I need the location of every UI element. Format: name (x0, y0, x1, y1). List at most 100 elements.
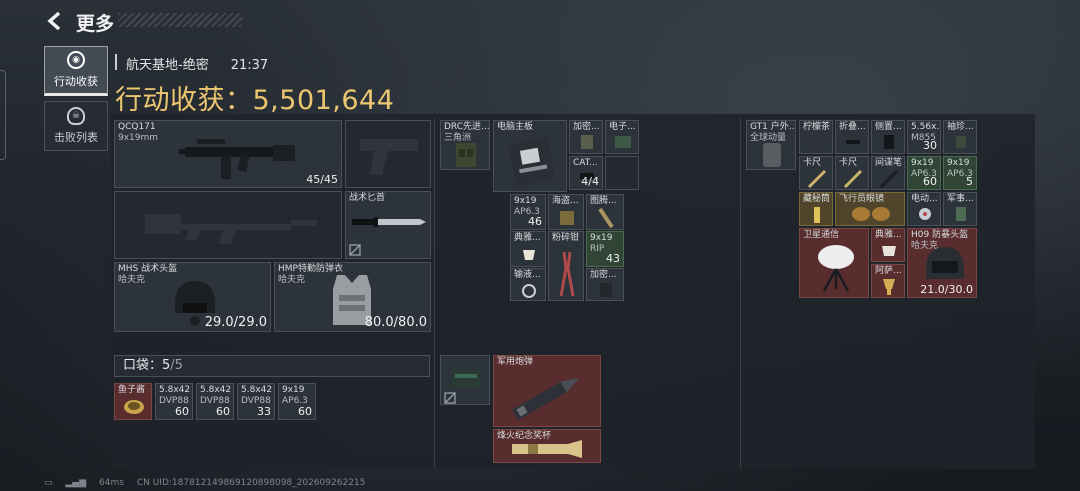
safe-box-slot[interactable] (440, 355, 490, 405)
map-name: 航天基地-绝密 (126, 58, 209, 73)
circuit-board-icon (615, 136, 631, 148)
iv-drip-icon (522, 284, 536, 298)
backpack-icon (763, 143, 781, 167)
left-edge-handle[interactable] (0, 70, 6, 160)
bag-item[interactable]: 典雅... (510, 231, 546, 267)
sidearm-slot[interactable] (345, 120, 431, 188)
chest-rig-slot[interactable]: DRC先进... 三角洲 (440, 120, 490, 170)
bag-item[interactable]: 图腾... (586, 194, 624, 230)
raid-time: 21:37 (230, 58, 269, 73)
knife-icon (352, 217, 426, 227)
page-title: 更多 (76, 13, 115, 35)
caliper-icon (807, 169, 827, 189)
folding-knife-icon (846, 140, 860, 144)
caviar-tin-icon (124, 400, 144, 414)
aviator-glasses-icon (852, 207, 890, 221)
bag-item[interactable]: 军用炮弹 (493, 355, 601, 427)
secondary-weapon-slot[interactable] (114, 191, 342, 259)
pocket-item[interactable]: 5.8x42 DVP88 60 (155, 383, 193, 420)
bag-item[interactable]: 电子... (605, 120, 639, 154)
military-document-icon (956, 207, 966, 221)
empty-slot[interactable] (605, 156, 639, 190)
raid-value: 行动收获：5,501,644 (115, 78, 394, 117)
scope-mount-icon (884, 135, 894, 149)
spy-pen-icon (879, 169, 899, 189)
case-item[interactable]: 飞行员眼镜 (835, 192, 905, 226)
tab-kill-list[interactable]: ☠ 击败列表 (44, 101, 108, 151)
case-item[interactable]: 侧置... (871, 120, 905, 154)
case-item[interactable]: 卡尺 (799, 156, 833, 190)
case-item[interactable]: 柠檬茶 (799, 120, 833, 154)
primary-weapon-slot[interactable]: QCQ171 9x19mm 45/45 (114, 120, 342, 188)
bag-item[interactable]: 海盗... (548, 194, 584, 230)
case-item[interactable]: 军事... (943, 192, 977, 226)
case-item[interactable]: 藏秘筒 (799, 192, 833, 226)
pocket-header: 口袋：5/5 (114, 355, 430, 377)
divider (740, 118, 741, 468)
ping-text: 64ms (99, 478, 124, 488)
case-item[interactable]: 典雅... (871, 228, 905, 262)
case-icon (451, 370, 481, 388)
bag-item[interactable]: 9x19 RIP 43 (586, 231, 624, 267)
bag-item[interactable]: 加密... (586, 268, 624, 301)
case-item[interactable]: 9x19 AP6.3 60 (907, 156, 941, 190)
pirate-coin-icon (560, 211, 574, 225)
case-item[interactable]: 卫星通信 (799, 228, 869, 298)
golden-cup-icon (883, 279, 895, 295)
case-item[interactable]: 袖珍... (943, 120, 977, 154)
target-icon: ◉ (67, 51, 85, 69)
drink-box-icon (812, 135, 822, 151)
caliper-icon (843, 169, 863, 189)
encrypted-drive-icon (581, 135, 593, 149)
rifle-icon (145, 214, 317, 244)
rig-icon (456, 143, 476, 167)
case-item[interactable]: 9x19 AP6.3 5 (943, 156, 977, 190)
chevron-left-icon (47, 11, 61, 31)
uid-text: CN UID:187812149869120898098_20260926221… (136, 478, 366, 488)
bag-item[interactable]: 电脑主板 (493, 120, 567, 192)
header-decoration (118, 13, 242, 27)
pocket-item[interactable]: 9x19 AP6.3 60 (278, 383, 316, 420)
divider (434, 118, 435, 468)
value-amount: 5,501,644 (252, 85, 395, 116)
case-item[interactable]: H09 防暴头盔 哈夫克 21.0/30.0 (907, 228, 977, 298)
signal-icon: ▂▄▆ (65, 478, 87, 488)
pocket-item[interactable]: 鱼子酱 (114, 383, 152, 420)
satellite-dish-icon (818, 245, 854, 292)
bag-item[interactable]: CAT... 4/4 (569, 156, 603, 190)
pliers-icon (559, 251, 575, 297)
back-button[interactable] (44, 10, 66, 32)
bag-item[interactable]: 烽火纪念奖杯 (493, 429, 601, 463)
pocket-item[interactable]: 5.8x42 DVP88 33 (237, 383, 275, 420)
case-item[interactable]: 5.56x... M855 30 (907, 120, 941, 154)
status-bar: ▭ ▂▄▆ 64ms CN UID:187812149869120898098_… (44, 478, 375, 488)
lock-icon (444, 392, 456, 404)
case-item[interactable]: 阿萨... (871, 264, 905, 298)
case-item[interactable]: 卡尺 (835, 156, 869, 190)
helmet-slot[interactable]: MHS 战术头盔 哈夫克 29.0/29.0 (114, 262, 271, 332)
case-item[interactable]: 折叠... (835, 120, 869, 154)
bag-item[interactable]: 输液... (510, 268, 546, 301)
teacup-icon (523, 250, 535, 260)
skull-icon: ☠ (67, 107, 85, 125)
power-tool-icon (919, 208, 931, 220)
riot-helmet-icon (926, 247, 964, 279)
pocket-item-icon (956, 136, 966, 148)
armor-slot[interactable]: HMP特勤防弹衣 哈夫克 80.0/80.0 (274, 262, 431, 332)
backpack-slot[interactable]: GT1 户外... 全球动量 (746, 120, 796, 170)
case-item[interactable]: 间谍笔 (871, 156, 905, 190)
bag-item[interactable]: 9x19 AP6.3 46 (510, 194, 546, 230)
motherboard-icon (508, 137, 556, 187)
bag-item[interactable]: 加密... (569, 120, 603, 154)
encrypted-drive-icon (600, 283, 612, 297)
pistol-icon (360, 139, 418, 175)
teacup-icon (882, 246, 896, 256)
knife-slot[interactable]: 战术匕首 (345, 191, 431, 259)
tab-label: 击败列表 (54, 131, 98, 144)
tab-raid-loot[interactable]: ◉ 行动收获 (44, 46, 108, 96)
case-item[interactable]: 电动... (907, 192, 941, 226)
secret-tube-icon (814, 207, 820, 223)
raid-info: 航天基地-绝密 21:37 (115, 54, 269, 73)
pocket-item[interactable]: 5.8x42 DVP88 60 (196, 383, 234, 420)
bag-item[interactable]: 粉碎钳 (548, 231, 584, 301)
